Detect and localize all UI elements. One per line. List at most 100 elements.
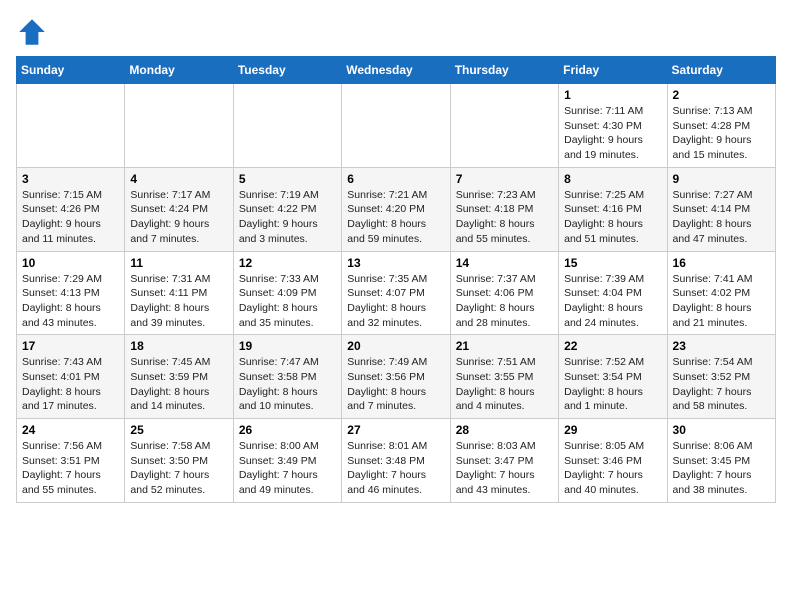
calendar-cell: 21 Sunrise: 7:51 AM Sunset: 3:55 PM Dayli…	[450, 335, 558, 419]
calendar-header-row: SundayMondayTuesdayWednesdayThursdayFrid…	[17, 57, 776, 84]
logo	[16, 16, 52, 48]
day-number: 26	[239, 423, 336, 437]
day-number: 24	[22, 423, 119, 437]
calendar-cell: 26 Sunrise: 8:00 AM Sunset: 3:49 PM Dayli…	[233, 419, 341, 503]
calendar-cell: 22 Sunrise: 7:52 AM Sunset: 3:54 PM Dayli…	[559, 335, 667, 419]
day-info: Sunrise: 7:39 AM Sunset: 4:04 PM Dayligh…	[564, 272, 661, 331]
day-info: Sunrise: 7:45 AM Sunset: 3:59 PM Dayligh…	[130, 355, 227, 414]
day-number: 4	[130, 172, 227, 186]
day-info: Sunrise: 7:51 AM Sunset: 3:55 PM Dayligh…	[456, 355, 553, 414]
calendar-cell: 16Sunrise: 7:41 AM Sunset: 4:02 PM Dayli…	[667, 251, 775, 335]
day-info: Sunrise: 7:37 AM Sunset: 4:06 PM Dayligh…	[456, 272, 553, 331]
day-info: Sunrise: 7:19 AM Sunset: 4:22 PM Dayligh…	[239, 188, 336, 247]
day-info: Sunrise: 8:03 AM Sunset: 3:47 PM Dayligh…	[456, 439, 553, 498]
day-number: 5	[239, 172, 336, 186]
day-number: 22	[564, 339, 661, 353]
day-number: 12	[239, 256, 336, 270]
day-info: Sunrise: 7:33 AM Sunset: 4:09 PM Dayligh…	[239, 272, 336, 331]
day-info: Sunrise: 7:17 AM Sunset: 4:24 PM Dayligh…	[130, 188, 227, 247]
day-number: 9	[673, 172, 770, 186]
calendar-week-2: 3Sunrise: 7:15 AM Sunset: 4:26 PM Daylig…	[17, 167, 776, 251]
day-info: Sunrise: 7:25 AM Sunset: 4:16 PM Dayligh…	[564, 188, 661, 247]
calendar-cell: 15 Sunrise: 7:39 AM Sunset: 4:04 PM Dayli…	[559, 251, 667, 335]
calendar-cell: 14 Sunrise: 7:37 AM Sunset: 4:06 PM Dayli…	[450, 251, 558, 335]
day-info: Sunrise: 7:21 AM Sunset: 4:20 PM Dayligh…	[347, 188, 444, 247]
calendar-cell	[233, 84, 341, 168]
day-info: Sunrise: 7:58 AM Sunset: 3:50 PM Dayligh…	[130, 439, 227, 498]
header-cell-thursday: Thursday	[450, 57, 558, 84]
calendar-week-1: 1Sunrise: 7:11 AM Sunset: 4:30 PM Daylig…	[17, 84, 776, 168]
calendar-cell: 7 Sunrise: 7:23 AM Sunset: 4:18 PM Daylig…	[450, 167, 558, 251]
day-info: Sunrise: 7:52 AM Sunset: 3:54 PM Dayligh…	[564, 355, 661, 414]
calendar-week-3: 10 Sunrise: 7:29 AM Sunset: 4:13 PM Dayli…	[17, 251, 776, 335]
day-info: Sunrise: 8:05 AM Sunset: 3:46 PM Dayligh…	[564, 439, 661, 498]
calendar-week-5: 24 Sunrise: 7:56 AM Sunset: 3:51 PM Dayli…	[17, 419, 776, 503]
calendar-week-4: 17 Sunrise: 7:43 AM Sunset: 4:01 PM Dayli…	[17, 335, 776, 419]
day-number: 8	[564, 172, 661, 186]
day-number: 23	[673, 339, 770, 353]
day-info: Sunrise: 7:54 AM Sunset: 3:52 PM Dayligh…	[673, 355, 770, 414]
calendar-cell: 23 Sunrise: 7:54 AM Sunset: 3:52 PM Dayli…	[667, 335, 775, 419]
day-number: 10	[22, 256, 119, 270]
day-info: Sunrise: 8:01 AM Sunset: 3:48 PM Dayligh…	[347, 439, 444, 498]
calendar-cell: 1Sunrise: 7:11 AM Sunset: 4:30 PM Daylig…	[559, 84, 667, 168]
calendar-cell: 27 Sunrise: 8:01 AM Sunset: 3:48 PM Dayli…	[342, 419, 450, 503]
calendar-cell: 19 Sunrise: 7:47 AM Sunset: 3:58 PM Dayli…	[233, 335, 341, 419]
day-number: 30	[673, 423, 770, 437]
day-number: 3	[22, 172, 119, 186]
day-info: Sunrise: 8:00 AM Sunset: 3:49 PM Dayligh…	[239, 439, 336, 498]
day-number: 15	[564, 256, 661, 270]
day-number: 7	[456, 172, 553, 186]
day-info: Sunrise: 7:31 AM Sunset: 4:11 PM Dayligh…	[130, 272, 227, 331]
calendar-cell: 17 Sunrise: 7:43 AM Sunset: 4:01 PM Dayli…	[17, 335, 125, 419]
calendar-cell: 11 Sunrise: 7:31 AM Sunset: 4:11 PM Dayli…	[125, 251, 233, 335]
day-info: Sunrise: 7:23 AM Sunset: 4:18 PM Dayligh…	[456, 188, 553, 247]
calendar-cell: 3Sunrise: 7:15 AM Sunset: 4:26 PM Daylig…	[17, 167, 125, 251]
day-info: Sunrise: 8:06 AM Sunset: 3:45 PM Dayligh…	[673, 439, 770, 498]
calendar-cell	[450, 84, 558, 168]
calendar-cell: 12 Sunrise: 7:33 AM Sunset: 4:09 PM Dayli…	[233, 251, 341, 335]
day-number: 27	[347, 423, 444, 437]
calendar-cell: 4 Sunrise: 7:17 AM Sunset: 4:24 PM Daylig…	[125, 167, 233, 251]
day-info: Sunrise: 7:35 AM Sunset: 4:07 PM Dayligh…	[347, 272, 444, 331]
header-cell-wednesday: Wednesday	[342, 57, 450, 84]
header-cell-tuesday: Tuesday	[233, 57, 341, 84]
header-cell-friday: Friday	[559, 57, 667, 84]
day-info: Sunrise: 7:56 AM Sunset: 3:51 PM Dayligh…	[22, 439, 119, 498]
calendar-cell: 20Sunrise: 7:49 AM Sunset: 3:56 PM Dayli…	[342, 335, 450, 419]
calendar-cell: 5 Sunrise: 7:19 AM Sunset: 4:22 PM Daylig…	[233, 167, 341, 251]
calendar-cell: 9 Sunrise: 7:27 AM Sunset: 4:14 PM Daylig…	[667, 167, 775, 251]
day-info: Sunrise: 7:47 AM Sunset: 3:58 PM Dayligh…	[239, 355, 336, 414]
day-number: 2	[673, 88, 770, 102]
day-info: Sunrise: 7:13 AM Sunset: 4:28 PM Dayligh…	[673, 104, 770, 163]
day-number: 13	[347, 256, 444, 270]
header-cell-saturday: Saturday	[667, 57, 775, 84]
day-number: 19	[239, 339, 336, 353]
day-info: Sunrise: 7:11 AM Sunset: 4:30 PM Dayligh…	[564, 104, 661, 163]
calendar-cell: 24 Sunrise: 7:56 AM Sunset: 3:51 PM Dayli…	[17, 419, 125, 503]
day-info: Sunrise: 7:43 AM Sunset: 4:01 PM Dayligh…	[22, 355, 119, 414]
calendar-cell: 30 Sunrise: 8:06 AM Sunset: 3:45 PM Dayli…	[667, 419, 775, 503]
day-number: 17	[22, 339, 119, 353]
calendar-cell: 25 Sunrise: 7:58 AM Sunset: 3:50 PM Dayli…	[125, 419, 233, 503]
header	[16, 16, 776, 48]
calendar-cell: 13 Sunrise: 7:35 AM Sunset: 4:07 PM Dayli…	[342, 251, 450, 335]
calendar-cell: 8 Sunrise: 7:25 AM Sunset: 4:16 PM Daylig…	[559, 167, 667, 251]
day-number: 25	[130, 423, 227, 437]
calendar-cell	[125, 84, 233, 168]
day-number: 29	[564, 423, 661, 437]
day-number: 21	[456, 339, 553, 353]
calendar-cell	[17, 84, 125, 168]
day-number: 14	[456, 256, 553, 270]
day-info: Sunrise: 7:27 AM Sunset: 4:14 PM Dayligh…	[673, 188, 770, 247]
calendar-cell: 2 Sunrise: 7:13 AM Sunset: 4:28 PM Daylig…	[667, 84, 775, 168]
day-number: 16	[673, 256, 770, 270]
calendar-cell: 29 Sunrise: 8:05 AM Sunset: 3:46 PM Dayli…	[559, 419, 667, 503]
calendar-cell: 28Sunrise: 8:03 AM Sunset: 3:47 PM Dayli…	[450, 419, 558, 503]
day-info: Sunrise: 7:29 AM Sunset: 4:13 PM Dayligh…	[22, 272, 119, 331]
header-cell-monday: Monday	[125, 57, 233, 84]
day-number: 18	[130, 339, 227, 353]
calendar-table: SundayMondayTuesdayWednesdayThursdayFrid…	[16, 56, 776, 503]
day-number: 11	[130, 256, 227, 270]
calendar-cell: 18 Sunrise: 7:45 AM Sunset: 3:59 PM Dayli…	[125, 335, 233, 419]
